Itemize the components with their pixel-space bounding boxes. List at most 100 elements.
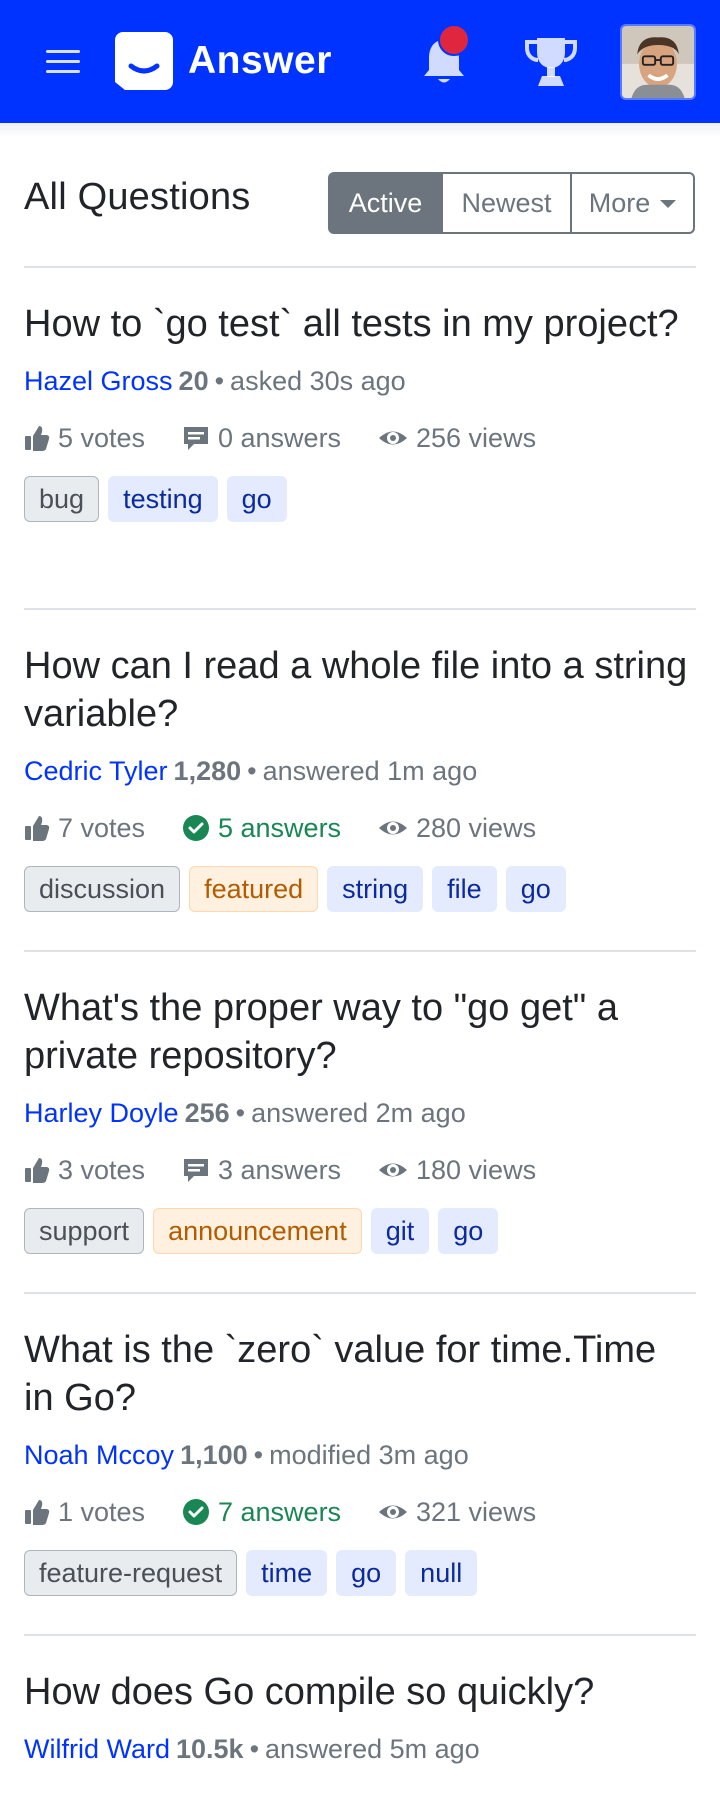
tag-bug[interactable]: bug	[24, 476, 100, 522]
question-stats: 1 votes 7 answers 321 views	[24, 1492, 696, 1532]
answers-stat: 7 answers	[182, 1497, 378, 1528]
votes-count: 5 votes	[58, 422, 146, 453]
meta-separator: •	[253, 1440, 264, 1470]
divider	[24, 266, 696, 268]
eye-icon	[379, 1163, 407, 1177]
question-title-link[interactable]: How can I read a whole file into a strin…	[24, 642, 696, 738]
eye-icon	[379, 821, 407, 835]
question-stats: 3 votes 3 answers 180 views	[24, 1150, 696, 1190]
brand-link[interactable]: Answer	[115, 32, 332, 90]
check-circle-icon	[183, 815, 209, 841]
question-activity: modified 3m ago	[269, 1440, 469, 1470]
tag-git[interactable]: git	[370, 1208, 430, 1254]
tag-go[interactable]: go	[336, 1550, 397, 1596]
menu-icon[interactable]	[38, 40, 88, 82]
meta-separator: •	[235, 1098, 246, 1128]
tag-time[interactable]: time	[246, 1550, 328, 1596]
filter-newest-button[interactable]: Newest	[441, 172, 572, 234]
answers-count: 3 answers	[218, 1154, 342, 1185]
author-reputation: 1,280	[173, 756, 242, 786]
divider	[24, 1292, 696, 1294]
tag-string[interactable]: string	[327, 866, 424, 912]
tag-file[interactable]: file	[432, 866, 497, 912]
tag-list: feature-request time go null	[24, 1550, 696, 1596]
author-link[interactable]: Noah Mccoy	[24, 1440, 174, 1470]
tag-go[interactable]: go	[226, 476, 287, 522]
notification-dot	[438, 24, 470, 56]
thumbs-up-icon	[25, 816, 50, 841]
tag-list: support announcement git go	[24, 1208, 696, 1254]
question-activity: answered 1m ago	[262, 756, 478, 786]
meta-separator: •	[249, 1734, 260, 1764]
filter-more-dropdown[interactable]: More	[570, 172, 695, 234]
thumbs-up-icon	[25, 426, 50, 451]
views-count: 321 views	[416, 1496, 537, 1527]
author-link[interactable]: Wilfrid Ward	[24, 1734, 170, 1764]
question-item: How can I read a whole file into a strin…	[24, 642, 696, 912]
question-meta: Noah Mccoy 1,100 • modified 3m ago	[24, 1436, 696, 1474]
votes-stat: 7 votes	[24, 813, 182, 844]
tag-feature-request[interactable]: feature-request	[24, 1550, 238, 1596]
views-stat: 180 views	[378, 1155, 536, 1186]
question-activity: asked 30s ago	[230, 366, 406, 396]
author-reputation: 1,100	[180, 1440, 248, 1470]
views-count: 280 views	[416, 812, 537, 843]
tag-go[interactable]: go	[438, 1208, 499, 1254]
question-meta: Cedric Tyler 1,280 • answered 1m ago	[24, 752, 696, 790]
tag-support[interactable]: support	[24, 1208, 145, 1254]
author-reputation: 10.5k	[176, 1734, 244, 1764]
author-link[interactable]: Harley Doyle	[24, 1098, 179, 1128]
answers-stat: 0 answers	[182, 423, 378, 454]
question-meta: Hazel Gross 20 • asked 30s ago	[24, 362, 696, 400]
meta-separator: •	[247, 756, 257, 786]
question-title-link[interactable]: What is the `zero` value for time.Time i…	[24, 1326, 696, 1422]
question-item: How to `go test` all tests in my project…	[24, 300, 696, 522]
eye-icon	[379, 1505, 407, 1519]
comment-icon	[184, 427, 208, 450]
question-stats: 7 votes 5 answers 280 views	[24, 808, 696, 848]
votes-count: 7 votes	[58, 812, 146, 843]
trophy-icon[interactable]	[523, 34, 579, 90]
question-item: What is the `zero` value for time.Time i…	[24, 1326, 696, 1596]
views-stat: 256 views	[378, 423, 536, 454]
filter-active-button[interactable]: Active	[328, 172, 443, 234]
question-activity: answered 5m ago	[265, 1734, 480, 1764]
question-title-link[interactable]: How to `go test` all tests in my project…	[24, 300, 696, 348]
tag-testing[interactable]: testing	[108, 476, 218, 522]
tag-go[interactable]: go	[505, 866, 566, 912]
answer-logo-icon	[115, 32, 173, 90]
eye-icon	[379, 431, 407, 445]
question-title-link[interactable]: What's the proper way to "go get" a priv…	[24, 984, 696, 1080]
brand-name: Answer	[188, 39, 332, 82]
views-stat: 280 views	[378, 813, 536, 844]
question-stats: 5 votes 0 answers 256 views	[24, 418, 696, 458]
author-reputation: 256	[184, 1098, 230, 1128]
author-reputation: 20	[178, 366, 209, 396]
tag-announcement[interactable]: announcement	[153, 1208, 362, 1254]
tag-list: discussion featured string file go	[24, 866, 696, 912]
author-link[interactable]: Hazel Gross	[24, 366, 173, 396]
check-circle-icon	[183, 1499, 209, 1525]
question-title-link[interactable]: How does Go compile so quickly?	[24, 1668, 696, 1716]
meta-separator: •	[214, 366, 225, 396]
header-shadow	[0, 123, 720, 137]
views-count: 256 views	[416, 422, 537, 453]
answers-stat: 3 answers	[182, 1155, 378, 1186]
answers-count: 0 answers	[218, 422, 342, 453]
divider	[24, 608, 696, 610]
author-link[interactable]: Cedric Tyler	[24, 756, 168, 786]
filter-more-label: More	[588, 187, 651, 218]
votes-count: 1 votes	[58, 1496, 146, 1527]
answers-count: 5 answers	[218, 812, 342, 843]
tag-null[interactable]: null	[405, 1550, 478, 1596]
bell-icon[interactable]	[416, 22, 472, 90]
views-stat: 321 views	[378, 1497, 536, 1528]
tag-featured[interactable]: featured	[189, 866, 319, 912]
answers-count: 7 answers	[218, 1496, 342, 1527]
sort-filter-group: Active Newest More	[328, 172, 695, 234]
thumbs-up-icon	[25, 1500, 50, 1525]
avatar[interactable]	[620, 24, 696, 100]
question-item: How does Go compile so quickly? Wilfrid …	[24, 1668, 696, 1768]
tag-discussion[interactable]: discussion	[24, 866, 181, 912]
tag-list: bug testing go	[24, 476, 696, 522]
